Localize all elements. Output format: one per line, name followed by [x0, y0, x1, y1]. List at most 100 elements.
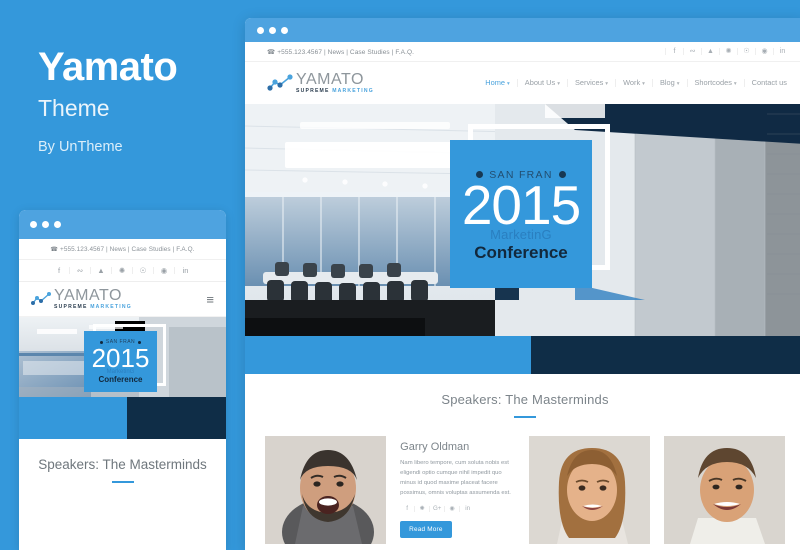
- nav-label: Blog: [659, 77, 675, 87]
- dribbble-icon[interactable]: ◉: [154, 267, 175, 275]
- site-logo[interactable]: YAMATO SUPREME MARKETING: [31, 286, 132, 310]
- hero-conference-badge: SAN FRAN 2015 MarketinG Conference: [450, 124, 610, 288]
- window-dot-green[interactable]: [281, 26, 288, 34]
- nav-label: Work: [623, 77, 641, 87]
- badge-marketing: MarketinG: [490, 227, 552, 243]
- badge-blue-box: SAN FRAN 2015 MarketinG Conference: [450, 140, 592, 288]
- window-dot-red: [30, 221, 37, 228]
- window-dot-green: [54, 221, 61, 228]
- nav-item-home[interactable]: Home ▾: [478, 77, 518, 88]
- dribbble-icon[interactable]: ◉: [755, 48, 773, 55]
- twitter-icon[interactable]: ✺: [415, 505, 431, 512]
- speaker-photo-1[interactable]: [265, 436, 387, 544]
- google-plus-icon[interactable]: G+: [430, 505, 446, 512]
- chevron-down-icon: ▾: [605, 80, 609, 87]
- nav-item-work[interactable]: Work ▾: [616, 79, 653, 88]
- author-credit: By UnTheme: [38, 139, 123, 155]
- twitter-icon[interactable]: ✺: [719, 48, 737, 55]
- logo-name: YAMATO: [54, 286, 122, 304]
- mobile-preview-card: ☎ +555.123.4567 | News | Case Studies | …: [19, 210, 226, 550]
- topbar-contact-links[interactable]: ☎ +555.123.4567 | News | Case Studies | F…: [267, 48, 414, 56]
- hamburger-menu-icon[interactable]: ≡: [206, 293, 214, 306]
- topbar-text: +555.123.4567 | News | Case Studies | F.…: [277, 48, 415, 56]
- nav-item-blog[interactable]: Blog ▾: [653, 79, 688, 88]
- mobile-band-navy: [126, 397, 226, 439]
- speaker-social-links: f ✺ G+ ◉ in: [400, 505, 514, 512]
- linkedin-icon[interactable]: in: [773, 48, 791, 55]
- mobile-speakers-heading: Speakers: The Masterminds: [38, 457, 207, 472]
- logo-tagline-supreme: SUPREME: [296, 87, 333, 94]
- brand-block: Yamato Theme By UnTheme: [38, 46, 238, 155]
- facebook-icon[interactable]: f: [665, 48, 683, 55]
- heading-accent-underline: [514, 416, 536, 418]
- logo-tagline: SUPREME MARKETING: [296, 87, 374, 94]
- mobile-speakers-section: Speakers: The Masterminds: [19, 439, 226, 501]
- bullet-dot-right-icon: [558, 171, 566, 179]
- nav-label: Shortcodes: [694, 77, 732, 87]
- dribbble-icon[interactable]: ◉: [445, 505, 461, 512]
- nav-label: Home: [485, 77, 506, 87]
- window-dot-yellow: [42, 221, 49, 228]
- nav-label: Services: [574, 77, 604, 87]
- page-title: Yamato: [38, 45, 178, 89]
- site-navbar: YAMATO SUPREME MARKETING Home ▾ About Us ▾…: [245, 62, 800, 104]
- rss-icon[interactable]: ∾: [70, 267, 91, 275]
- phone-icon: ☎: [267, 48, 276, 56]
- twitter-icon[interactable]: ✺: [112, 267, 133, 275]
- speaker-photo-3[interactable]: [663, 436, 785, 544]
- nav-item-about-us[interactable]: About Us ▾: [518, 79, 568, 88]
- chart-dots-icon: [267, 74, 293, 91]
- logo-tagline-supreme: SUPREME: [54, 303, 91, 310]
- heading-accent-underline: [111, 481, 134, 483]
- hero-section: SAN FRAN 2015 MarketinG Conference: [245, 104, 800, 336]
- badge-city: SAN FRAN: [489, 168, 553, 181]
- mobile-color-bands: [19, 397, 226, 439]
- speaker-photo-2[interactable]: [528, 436, 650, 544]
- skype-icon[interactable]: ☉: [133, 267, 154, 275]
- phone-icon: ☎: [50, 246, 58, 253]
- desktop-preview-window: ☎ +555.123.4567 | News | Case Studies | F…: [245, 18, 800, 550]
- bullet-dot-left-icon: [476, 171, 484, 179]
- chevron-down-icon: ▾: [676, 80, 680, 87]
- skype-icon[interactable]: ☉: [737, 48, 755, 55]
- screenshot-stage: Yamato Theme By UnTheme ☎ +555.123.4567 …: [0, 0, 800, 550]
- speakers-section-header: Speakers: The Masterminds: [245, 374, 800, 436]
- logo-tagline-marketing: MARKETING: [332, 87, 374, 94]
- nav-item-services[interactable]: Services ▾: [568, 77, 617, 88]
- chart-dots-icon: [31, 292, 51, 305]
- badge-year: 2015: [461, 173, 581, 236]
- nav-item-contact-us[interactable]: Contact us: [745, 79, 787, 86]
- speaker-info-card: Garry Oldman Nam libero tempore, cum sol…: [400, 436, 514, 544]
- chevron-down-icon: ▾: [642, 80, 645, 87]
- band-navy: [530, 336, 800, 374]
- linkedin-icon[interactable]: in: [460, 505, 475, 512]
- rss-icon[interactable]: ∾: [683, 48, 701, 55]
- youtube-icon[interactable]: ▲: [701, 48, 719, 55]
- facebook-icon[interactable]: f: [49, 267, 70, 275]
- nav-item-shortcodes[interactable]: Shortcodes ▾: [688, 79, 745, 88]
- facebook-icon[interactable]: f: [400, 505, 416, 512]
- window-dot-red[interactable]: [257, 26, 264, 34]
- logo-text: YAMATO SUPREME MARKETING: [296, 71, 374, 94]
- mobile-browser-chrome: [19, 210, 226, 239]
- page-subtitle: Theme: [38, 95, 110, 121]
- main-menu: Home ▾ About Us ▾ Services ▾ Work ▾ Blog ▾ Sh…: [478, 79, 787, 88]
- color-bands: [245, 336, 800, 374]
- mobile-band-blue: [19, 397, 127, 439]
- read-more-button[interactable]: Read More: [400, 520, 452, 538]
- mobile-badge-year: 2015: [91, 343, 150, 373]
- nav-label: Contact us: [751, 78, 787, 88]
- window-dot-yellow[interactable]: [269, 26, 276, 34]
- site-logo[interactable]: YAMATO SUPREME MARKETING: [267, 71, 374, 94]
- site-topbar: ☎ +555.123.4567 | News | Case Studies | F…: [245, 42, 800, 62]
- logo-text: YAMATO SUPREME MARKETING: [54, 286, 132, 310]
- mobile-badge-conference: Conference: [98, 375, 143, 384]
- linkedin-icon[interactable]: in: [175, 267, 196, 275]
- badge-city-row: SAN FRAN: [476, 169, 566, 181]
- topbar-social-links: f ∾ ▲ ✺ ☉ ◉ in: [665, 48, 791, 55]
- mobile-hero: SAN FRAN 2015 MarketinG Conference: [19, 317, 226, 397]
- speakers-heading: Speakers: The Masterminds: [441, 392, 609, 407]
- chevron-down-icon: ▾: [507, 80, 510, 87]
- mobile-topbar: ☎ +555.123.4567 | News | Case Studies | …: [19, 239, 226, 260]
- youtube-icon[interactable]: ▲: [91, 267, 112, 275]
